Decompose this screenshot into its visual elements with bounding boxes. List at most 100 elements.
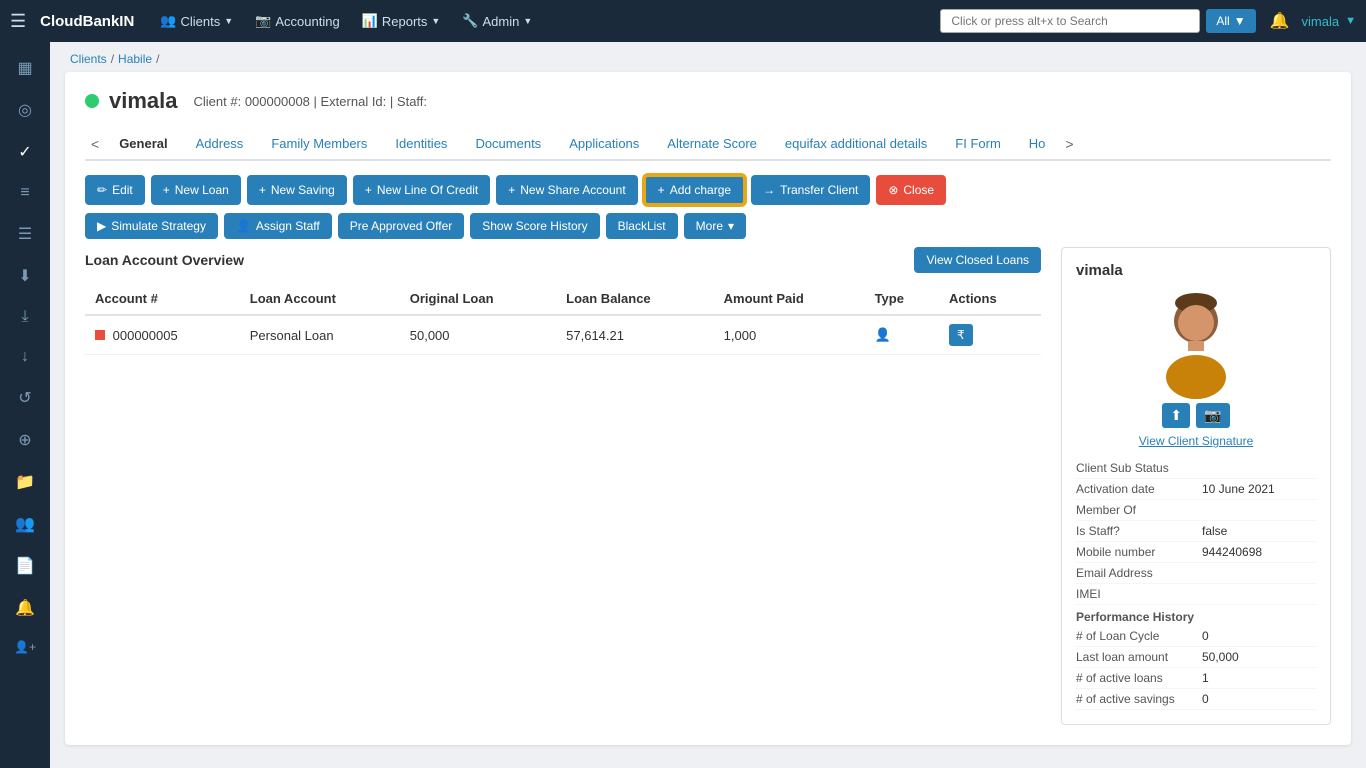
pre-approved-offer-button[interactable]: Pre Approved Offer bbox=[338, 213, 465, 239]
new-line-credit-plus-icon: + bbox=[365, 183, 372, 197]
nav-menu: 👥 Clients ▼ 📷 Accounting 📊 Reports ▼ 🔧 A… bbox=[150, 7, 542, 35]
sidebar-icon-file[interactable]: 📄 bbox=[0, 546, 50, 586]
sidebar-icon-download[interactable]: ⬇ bbox=[0, 256, 50, 296]
sidebar-icon-people[interactable]: 👥 bbox=[0, 504, 50, 544]
tab-nav-prev[interactable]: < bbox=[85, 130, 105, 158]
breadcrumb-clients[interactable]: Clients bbox=[70, 52, 107, 66]
tab-nav-next[interactable]: > bbox=[1059, 130, 1079, 158]
breadcrumb-habile[interactable]: Habile bbox=[118, 52, 152, 66]
new-line-credit-button[interactable]: + New Line Of Credit bbox=[353, 175, 490, 205]
new-loan-button[interactable]: + New Loan bbox=[151, 175, 241, 205]
sidebar-icon-target[interactable]: ◎ bbox=[0, 90, 50, 130]
profile-client-name: vimala bbox=[1076, 262, 1316, 279]
user-dropdown-arrow[interactable]: ▼ bbox=[1345, 15, 1356, 27]
detail-mobile: Mobile number 944240698 bbox=[1076, 542, 1316, 563]
detail-last-loan-amount: Last loan amount 50,000 bbox=[1076, 647, 1316, 668]
sidebar-icon-check[interactable]: ✓ bbox=[0, 132, 50, 172]
profile-upload-icon-button[interactable]: ⬆ bbox=[1162, 403, 1190, 428]
breadcrumb-sep1: / bbox=[111, 52, 114, 66]
clients-dropdown-arrow: ▼ bbox=[224, 16, 233, 26]
more-button[interactable]: More ▾ bbox=[684, 213, 746, 239]
blacklist-button[interactable]: BlackList bbox=[606, 213, 678, 239]
col-loan-balance: Loan Balance bbox=[556, 283, 714, 315]
detail-active-savings: # of active savings 0 bbox=[1076, 689, 1316, 710]
table-row: 000000005 Personal Loan 50,000 57,614.21… bbox=[85, 315, 1041, 355]
main-layout: ▦ ◎ ✓ ≡ ☰ ⬇ ⤓ ↓ ↺ ⊕ 📁 👥 📄 🔔 👤+ Clients /… bbox=[0, 42, 1366, 768]
sidebar-icon-refresh[interactable]: ↺ bbox=[0, 378, 50, 418]
loan-type-person-icon: 👤 bbox=[875, 327, 891, 342]
assign-staff-button[interactable]: 👤 Assign Staff bbox=[224, 213, 332, 239]
sidebar-icon-bell[interactable]: 🔔 bbox=[0, 588, 50, 628]
detail-perf-history-section: Performance History bbox=[1076, 605, 1316, 626]
search-input[interactable] bbox=[940, 9, 1200, 33]
tab-address[interactable]: Address bbox=[182, 128, 258, 161]
client-status-dot bbox=[85, 94, 99, 108]
tab-alternate-score[interactable]: Alternate Score bbox=[653, 128, 771, 161]
nav-reports[interactable]: 📊 Reports ▼ bbox=[352, 7, 451, 35]
sidebar-icon-plus[interactable]: ⊕ bbox=[0, 420, 50, 460]
sidebar-icon-list[interactable]: ≡ bbox=[0, 174, 50, 212]
tab-equifax[interactable]: equifax additional details bbox=[771, 128, 941, 161]
tab-general[interactable]: General bbox=[105, 128, 181, 161]
view-signature-link[interactable]: View Client Signature bbox=[1139, 434, 1254, 448]
cell-loan-account: Personal Loan bbox=[240, 315, 400, 355]
edit-button[interactable]: ✏ Edit bbox=[85, 175, 145, 205]
tab-documents[interactable]: Documents bbox=[461, 128, 555, 161]
search-filter-button[interactable]: All ▼ bbox=[1206, 9, 1255, 33]
detail-active-loans: # of active loans 1 bbox=[1076, 668, 1316, 689]
col-original-loan: Original Loan bbox=[400, 283, 556, 315]
right-panel: vimala bbox=[1061, 247, 1331, 725]
action-buttons-row2: ▶ Simulate Strategy 👤 Assign Staff Pre A… bbox=[85, 213, 1331, 239]
sidebar-icon-person-plus[interactable]: 👤+ bbox=[0, 630, 50, 664]
close-button[interactable]: ⊗ Close bbox=[876, 175, 946, 205]
detail-client-sub-status: Client Sub Status bbox=[1076, 458, 1316, 479]
transfer-client-button[interactable]: → Transfer Client bbox=[751, 175, 870, 205]
search-area: All ▼ 🔔 vimala ▼ bbox=[940, 9, 1356, 33]
add-charge-button[interactable]: + Add charge bbox=[644, 175, 745, 205]
sidebar-icon-download2[interactable]: ⤓ bbox=[0, 298, 50, 336]
tab-fi-form[interactable]: FI Form bbox=[941, 128, 1015, 161]
tab-ho[interactable]: Ho bbox=[1015, 128, 1060, 161]
tab-identities[interactable]: Identities bbox=[381, 128, 461, 161]
loan-overview-title: Loan Account Overview bbox=[85, 252, 244, 268]
loan-status-red-icon bbox=[95, 330, 105, 340]
search-dropdown-arrow: ▼ bbox=[1234, 14, 1246, 28]
col-loan-account: Loan Account bbox=[240, 283, 400, 315]
user-menu[interactable]: vimala bbox=[1302, 14, 1340, 29]
hamburger-icon[interactable]: ☰ bbox=[10, 11, 26, 32]
cell-actions[interactable]: ₹ bbox=[939, 315, 1041, 355]
simulate-play-icon: ▶ bbox=[97, 219, 106, 233]
new-share-account-button[interactable]: + New Share Account bbox=[496, 175, 637, 205]
detail-member-of: Member Of bbox=[1076, 500, 1316, 521]
view-closed-loans-button[interactable]: View Closed Loans bbox=[914, 247, 1041, 273]
simulate-strategy-button[interactable]: ▶ Simulate Strategy bbox=[85, 213, 218, 239]
col-account-num: Account # bbox=[85, 283, 240, 315]
nav-accounting[interactable]: 📷 Accounting bbox=[245, 7, 350, 35]
sidebar-icon-download3[interactable]: ↓ bbox=[0, 338, 50, 376]
detail-imei: IMEI bbox=[1076, 584, 1316, 605]
loan-table-section: Loan Account Overview View Closed Loans … bbox=[85, 247, 1041, 725]
more-dropdown-arrow: ▾ bbox=[728, 219, 734, 233]
sidebar-icon-folder[interactable]: 📁 bbox=[0, 462, 50, 502]
clients-icon: 👥 bbox=[160, 13, 176, 29]
show-score-history-button[interactable]: Show Score History bbox=[470, 213, 599, 239]
app-name: CloudBankIN bbox=[40, 13, 134, 30]
client-meta: Client #: 000000008 | External Id: | Sta… bbox=[194, 94, 428, 109]
tab-applications[interactable]: Applications bbox=[555, 128, 653, 161]
sidebar-icon-dashboard[interactable]: ▦ bbox=[0, 48, 50, 88]
detail-activation-date: Activation date 10 June 2021 bbox=[1076, 479, 1316, 500]
nav-clients[interactable]: 👥 Clients ▼ bbox=[150, 7, 243, 35]
profile-camera-icon-button[interactable]: 📷 bbox=[1196, 403, 1229, 428]
loan-rupee-action-button[interactable]: ₹ bbox=[949, 324, 973, 346]
cell-type: 👤 bbox=[865, 315, 939, 355]
new-share-plus-icon: + bbox=[508, 183, 515, 197]
notification-bell-icon[interactable]: 🔔 bbox=[1270, 11, 1290, 31]
admin-icon: 🔧 bbox=[462, 13, 478, 29]
new-saving-button[interactable]: + New Saving bbox=[247, 175, 347, 205]
tab-family-members[interactable]: Family Members bbox=[257, 128, 381, 161]
sidebar-icon-lines[interactable]: ☰ bbox=[0, 214, 50, 254]
nav-admin[interactable]: 🔧 Admin ▼ bbox=[452, 7, 542, 35]
detail-loan-cycle: # of Loan Cycle 0 bbox=[1076, 626, 1316, 647]
loan-overview-section: Loan Account Overview View Closed Loans … bbox=[85, 247, 1331, 725]
profile-action-icons: ⬆ 📷 bbox=[1162, 403, 1229, 428]
